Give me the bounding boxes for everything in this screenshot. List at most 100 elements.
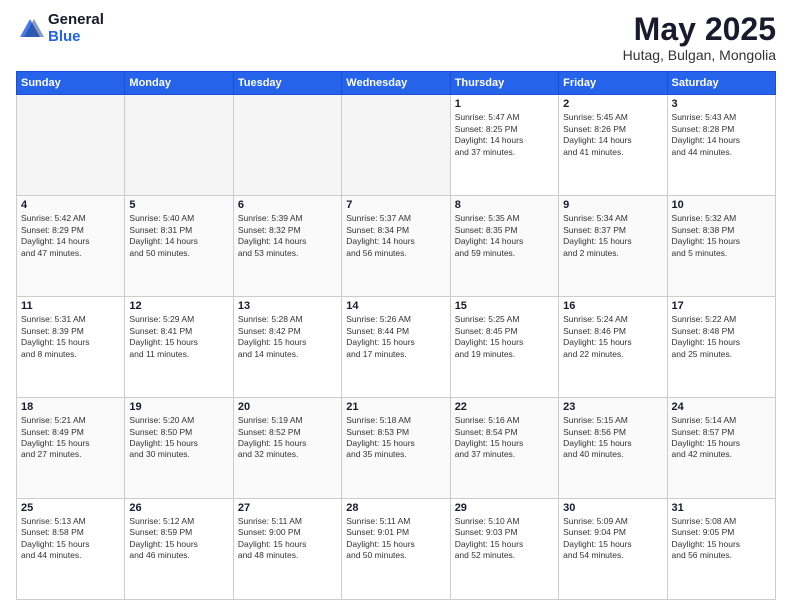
day-number: 26	[129, 502, 228, 514]
day-info: Sunrise: 5:20 AM Sunset: 8:50 PM Dayligh…	[129, 415, 228, 461]
day-number: 23	[563, 401, 662, 413]
weekday-header-wednesday: Wednesday	[342, 72, 450, 95]
day-number: 22	[455, 401, 554, 413]
calendar-week-row: 18 Sunrise: 5:21 AM Sunset: 8:49 PM Dayli…	[17, 398, 776, 499]
day-info: Sunrise: 5:34 AM Sunset: 8:37 PM Dayligh…	[563, 213, 662, 259]
day-number: 10	[672, 199, 771, 211]
day-info: Sunrise: 5:35 AM Sunset: 8:35 PM Dayligh…	[455, 213, 554, 259]
day-info: Sunrise: 5:32 AM Sunset: 8:38 PM Dayligh…	[672, 213, 771, 259]
calendar-day-cell: 19Sunrise: 5:20 AM Sunset: 8:50 PM Dayli…	[125, 398, 233, 499]
day-number: 24	[672, 401, 771, 413]
day-number: 2	[563, 98, 662, 110]
day-number: 4	[21, 199, 120, 211]
day-info: Sunrise: 5:39 AM Sunset: 8:32 PM Dayligh…	[238, 213, 337, 259]
day-number: 25	[21, 502, 120, 514]
day-info: Sunrise: 5:40 AM Sunset: 8:31 PM Dayligh…	[129, 213, 228, 259]
day-number: 18	[21, 401, 120, 413]
day-info: Sunrise: 5:42 AM Sunset: 8:29 PM Dayligh…	[21, 213, 120, 259]
day-number: 15	[455, 300, 554, 312]
weekday-header-thursday: Thursday	[450, 72, 558, 95]
day-info: Sunrise: 5:15 AM Sunset: 8:56 PM Dayligh…	[563, 415, 662, 461]
day-number: 20	[238, 401, 337, 413]
calendar-day-cell: 7Sunrise: 5:37 AM Sunset: 8:34 PM Daylig…	[342, 196, 450, 297]
day-info: Sunrise: 5:11 AM Sunset: 9:01 PM Dayligh…	[346, 516, 445, 562]
day-number: 9	[563, 199, 662, 211]
month-title: May 2025	[623, 12, 776, 47]
day-info: Sunrise: 5:22 AM Sunset: 8:48 PM Dayligh…	[672, 314, 771, 360]
calendar-empty-cell	[233, 95, 341, 196]
calendar-day-cell: 9 Sunrise: 5:34 AM Sunset: 8:37 PM Daylig…	[559, 196, 667, 297]
day-info: Sunrise: 5:47 AM Sunset: 8:25 PM Dayligh…	[455, 112, 554, 158]
calendar-day-cell: 21 Sunrise: 5:18 AM Sunset: 8:53 PM Dayli…	[342, 398, 450, 499]
day-info: Sunrise: 5:19 AM Sunset: 8:52 PM Dayligh…	[238, 415, 337, 461]
calendar-header-row: SundayMondayTuesdayWednesdayThursdayFrid…	[17, 72, 776, 95]
day-info: Sunrise: 5:43 AM Sunset: 8:28 PM Dayligh…	[672, 112, 771, 158]
calendar-day-cell: 4 Sunrise: 5:42 AM Sunset: 8:29 PM Daylig…	[17, 196, 125, 297]
calendar-day-cell: 10 Sunrise: 5:32 AM Sunset: 8:38 PM Dayli…	[667, 196, 775, 297]
calendar-day-cell: 11 Sunrise: 5:31 AM Sunset: 8:39 PM Dayli…	[17, 297, 125, 398]
day-number: 11	[21, 300, 120, 312]
calendar-day-cell: 16 Sunrise: 5:24 AM Sunset: 8:46 PM Dayli…	[559, 297, 667, 398]
calendar-day-cell: 6 Sunrise: 5:39 AM Sunset: 8:32 PM Daylig…	[233, 196, 341, 297]
day-info: Sunrise: 5:09 AM Sunset: 9:04 PM Dayligh…	[563, 516, 662, 562]
day-info: Sunrise: 5:37 AM Sunset: 8:34 PM Dayligh…	[346, 213, 445, 259]
weekday-header-friday: Friday	[559, 72, 667, 95]
page: General Blue May 2025 Hutag, Bulgan, Mon…	[0, 0, 792, 612]
day-number: 16	[563, 300, 662, 312]
day-number: 13	[238, 300, 337, 312]
day-info: Sunrise: 5:28 AM Sunset: 8:42 PM Dayligh…	[238, 314, 337, 360]
calendar-day-cell: 17Sunrise: 5:22 AM Sunset: 8:48 PM Dayli…	[667, 297, 775, 398]
calendar-day-cell: 18 Sunrise: 5:21 AM Sunset: 8:49 PM Dayli…	[17, 398, 125, 499]
calendar-day-cell: 14Sunrise: 5:26 AM Sunset: 8:44 PM Dayli…	[342, 297, 450, 398]
logo: General Blue	[16, 12, 104, 45]
day-info: Sunrise: 5:14 AM Sunset: 8:57 PM Dayligh…	[672, 415, 771, 461]
day-info: Sunrise: 5:13 AM Sunset: 8:58 PM Dayligh…	[21, 516, 120, 562]
calendar-day-cell: 22Sunrise: 5:16 AM Sunset: 8:54 PM Dayli…	[450, 398, 558, 499]
calendar-week-row: 25 Sunrise: 5:13 AM Sunset: 8:58 PM Dayli…	[17, 499, 776, 600]
day-number: 3	[672, 98, 771, 110]
calendar-day-cell: 26 Sunrise: 5:12 AM Sunset: 8:59 PM Dayli…	[125, 499, 233, 600]
calendar-table: SundayMondayTuesdayWednesdayThursdayFrid…	[16, 71, 776, 600]
calendar-day-cell: 3 Sunrise: 5:43 AM Sunset: 8:28 PM Daylig…	[667, 95, 775, 196]
location: Hutag, Bulgan, Mongolia	[623, 47, 776, 63]
day-info: Sunrise: 5:25 AM Sunset: 8:45 PM Dayligh…	[455, 314, 554, 360]
day-number: 8	[455, 199, 554, 211]
day-number: 28	[346, 502, 445, 514]
day-info: Sunrise: 5:21 AM Sunset: 8:49 PM Dayligh…	[21, 415, 120, 461]
calendar-week-row: 4 Sunrise: 5:42 AM Sunset: 8:29 PM Daylig…	[17, 196, 776, 297]
day-info: Sunrise: 5:10 AM Sunset: 9:03 PM Dayligh…	[455, 516, 554, 562]
day-number: 21	[346, 401, 445, 413]
calendar-day-cell: 13 Sunrise: 5:28 AM Sunset: 8:42 PM Dayli…	[233, 297, 341, 398]
day-number: 6	[238, 199, 337, 211]
title-block: May 2025 Hutag, Bulgan, Mongolia	[623, 12, 776, 63]
calendar-empty-cell	[17, 95, 125, 196]
calendar-day-cell: 25 Sunrise: 5:13 AM Sunset: 8:58 PM Dayli…	[17, 499, 125, 600]
day-number: 31	[672, 502, 771, 514]
calendar-day-cell: 20 Sunrise: 5:19 AM Sunset: 8:52 PM Dayli…	[233, 398, 341, 499]
day-number: 1	[455, 98, 554, 110]
day-number: 27	[238, 502, 337, 514]
calendar-week-row: 11 Sunrise: 5:31 AM Sunset: 8:39 PM Dayli…	[17, 297, 776, 398]
calendar-day-cell: 15 Sunrise: 5:25 AM Sunset: 8:45 PM Dayli…	[450, 297, 558, 398]
calendar-day-cell: 27 Sunrise: 5:11 AM Sunset: 9:00 PM Dayli…	[233, 499, 341, 600]
calendar-empty-cell	[342, 95, 450, 196]
day-info: Sunrise: 5:29 AM Sunset: 8:41 PM Dayligh…	[129, 314, 228, 360]
calendar-day-cell: 30 Sunrise: 5:09 AM Sunset: 9:04 PM Dayli…	[559, 499, 667, 600]
day-info: Sunrise: 5:18 AM Sunset: 8:53 PM Dayligh…	[346, 415, 445, 461]
day-info: Sunrise: 5:11 AM Sunset: 9:00 PM Dayligh…	[238, 516, 337, 562]
calendar-day-cell: 24 Sunrise: 5:14 AM Sunset: 8:57 PM Dayli…	[667, 398, 775, 499]
day-number: 14	[346, 300, 445, 312]
weekday-header-tuesday: Tuesday	[233, 72, 341, 95]
calendar-day-cell: 2Sunrise: 5:45 AM Sunset: 8:26 PM Daylig…	[559, 95, 667, 196]
day-number: 29	[455, 502, 554, 514]
day-info: Sunrise: 5:12 AM Sunset: 8:59 PM Dayligh…	[129, 516, 228, 562]
day-info: Sunrise: 5:24 AM Sunset: 8:46 PM Dayligh…	[563, 314, 662, 360]
day-info: Sunrise: 5:31 AM Sunset: 8:39 PM Dayligh…	[21, 314, 120, 360]
calendar-day-cell: 5Sunrise: 5:40 AM Sunset: 8:31 PM Daylig…	[125, 196, 233, 297]
calendar-day-cell: 28 Sunrise: 5:11 AM Sunset: 9:01 PM Dayli…	[342, 499, 450, 600]
logo-icon	[16, 15, 44, 43]
weekday-header-monday: Monday	[125, 72, 233, 95]
header: General Blue May 2025 Hutag, Bulgan, Mon…	[16, 12, 776, 63]
weekday-header-saturday: Saturday	[667, 72, 775, 95]
day-number: 30	[563, 502, 662, 514]
